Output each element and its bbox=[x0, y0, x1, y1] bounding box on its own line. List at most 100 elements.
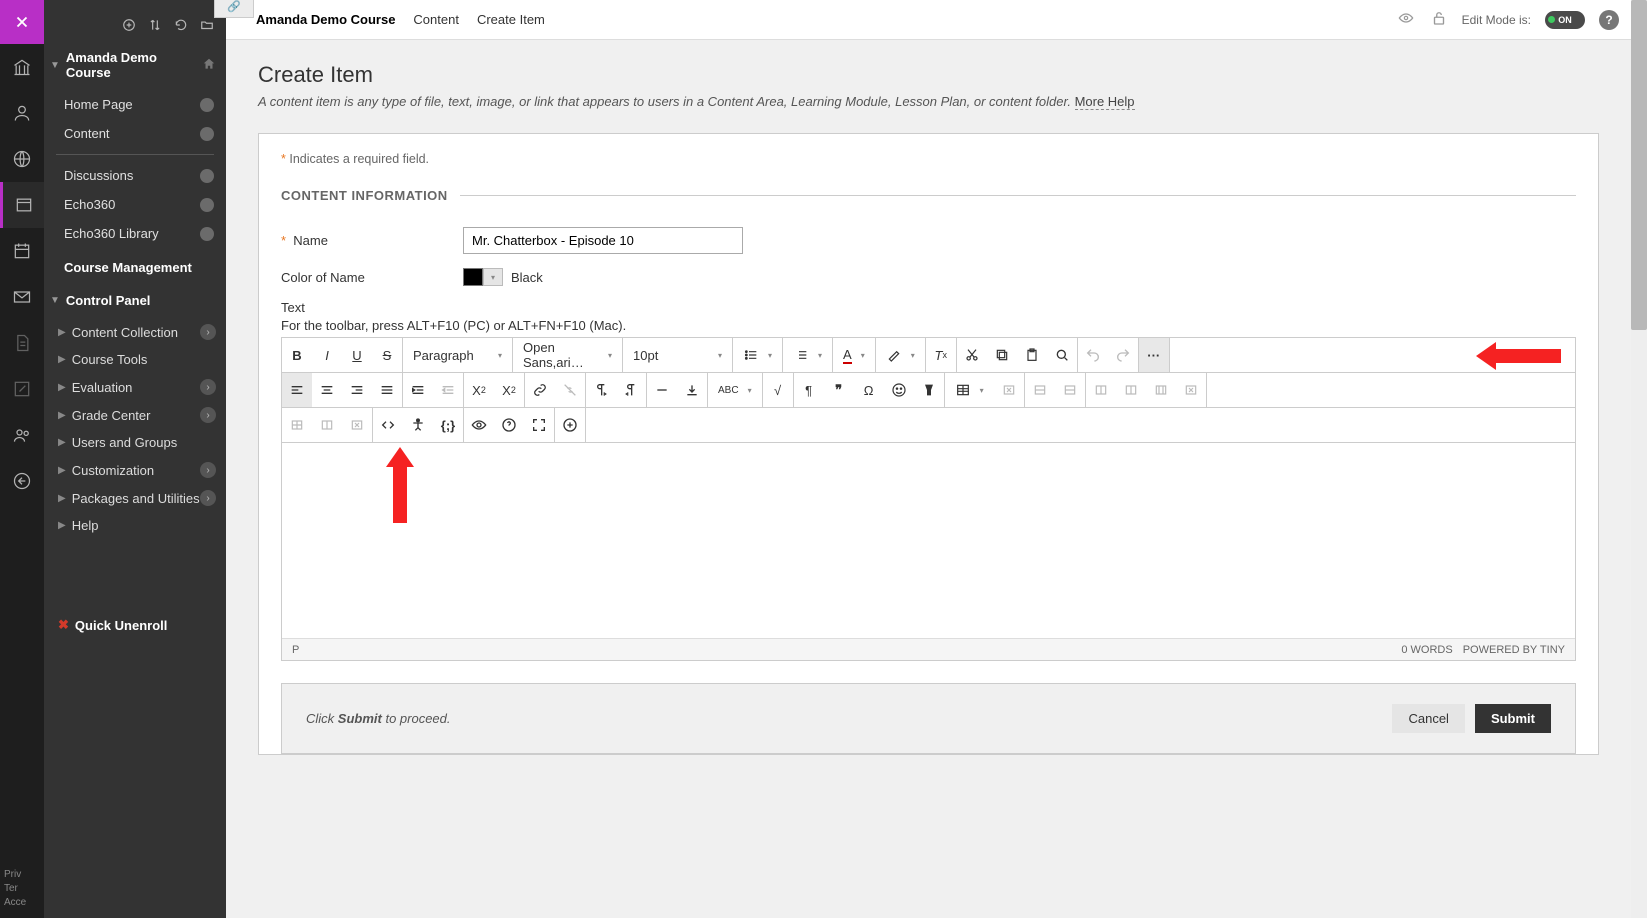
ltr-button[interactable] bbox=[586, 373, 616, 407]
accessibility-button[interactable] bbox=[403, 408, 433, 442]
signout-icon[interactable] bbox=[0, 458, 44, 504]
institution-icon[interactable] bbox=[0, 44, 44, 90]
name-input[interactable] bbox=[463, 227, 743, 254]
align-left-button[interactable] bbox=[282, 373, 312, 407]
cp-grade-center[interactable]: ▶Grade Center› bbox=[44, 401, 226, 429]
refresh-icon[interactable] bbox=[174, 18, 190, 34]
cp-help[interactable]: ▶Help bbox=[44, 512, 226, 539]
groups-icon[interactable] bbox=[0, 412, 44, 458]
indent-button[interactable] bbox=[403, 373, 433, 407]
calendar-icon[interactable] bbox=[0, 228, 44, 274]
emoji-button[interactable] bbox=[884, 373, 914, 407]
profile-icon[interactable] bbox=[0, 90, 44, 136]
home-icon[interactable] bbox=[202, 57, 216, 74]
link-tab-icon[interactable]: 🔗 bbox=[214, 0, 254, 18]
page-scrollbar[interactable] bbox=[1631, 0, 1647, 918]
anchor-button[interactable] bbox=[914, 373, 944, 407]
row-after-button[interactable] bbox=[1055, 373, 1085, 407]
strikethrough-button[interactable]: S bbox=[372, 338, 402, 372]
editor-body[interactable] bbox=[282, 443, 1575, 638]
outdent-button[interactable] bbox=[433, 373, 463, 407]
merge-cells-button[interactable] bbox=[282, 408, 312, 442]
control-panel-heading[interactable]: ▼ Control Panel bbox=[44, 283, 226, 318]
edit-mode-toggle[interactable]: ON bbox=[1545, 11, 1585, 29]
submit-button[interactable]: Submit bbox=[1475, 704, 1551, 733]
document-icon[interactable] bbox=[0, 320, 44, 366]
link-button[interactable] bbox=[525, 373, 555, 407]
sidebar-item-echo360[interactable]: Echo360 bbox=[44, 190, 226, 219]
col-after-button[interactable] bbox=[1116, 373, 1146, 407]
undo-button[interactable] bbox=[1078, 338, 1108, 372]
split-cells-button[interactable] bbox=[312, 408, 342, 442]
cut-button[interactable] bbox=[957, 338, 987, 372]
align-right-button[interactable] bbox=[342, 373, 372, 407]
quick-unenroll-button[interactable]: ✖Quick Unenroll bbox=[44, 609, 226, 641]
size-dropdown[interactable]: 10pt▾ bbox=[623, 338, 733, 372]
cp-course-tools[interactable]: ▶Course Tools bbox=[44, 346, 226, 373]
row-before-button[interactable] bbox=[1025, 373, 1055, 407]
col-before-button[interactable] bbox=[1086, 373, 1116, 407]
table-button[interactable]: ▾ bbox=[945, 373, 994, 407]
sidebar-item-discussions[interactable]: Discussions bbox=[44, 161, 226, 190]
cp-content-collection[interactable]: ▶Content Collection› bbox=[44, 318, 226, 346]
copy-button[interactable] bbox=[987, 338, 1017, 372]
bold-button[interactable]: B bbox=[282, 338, 312, 372]
add-icon[interactable] bbox=[122, 18, 138, 34]
folder-icon[interactable] bbox=[200, 18, 216, 34]
hr-button[interactable] bbox=[647, 373, 677, 407]
blockquote-button[interactable]: ❞ bbox=[824, 373, 854, 407]
sidebar-item-echo360-library[interactable]: Echo360 Library bbox=[44, 219, 226, 248]
breadcrumb-content[interactable]: Content bbox=[413, 12, 459, 27]
color-dropdown[interactable]: ▾ bbox=[483, 268, 503, 286]
help-button[interactable] bbox=[494, 408, 524, 442]
reorder-icon[interactable] bbox=[148, 18, 164, 34]
italic-button[interactable]: I bbox=[312, 338, 342, 372]
sidebar-item-home-page[interactable]: Home Page bbox=[44, 90, 226, 119]
justify-button[interactable] bbox=[372, 373, 402, 407]
close-panel-button[interactable] bbox=[0, 0, 44, 44]
clear-format-button[interactable]: Tx bbox=[926, 338, 956, 372]
cp-customization[interactable]: ▶Customization› bbox=[44, 456, 226, 484]
format-dropdown[interactable]: Paragraph▾ bbox=[403, 338, 513, 372]
breadcrumb-course[interactable]: Amanda Demo Course bbox=[256, 12, 395, 27]
special-char-button[interactable]: Ω bbox=[854, 373, 884, 407]
add-content-button[interactable] bbox=[555, 408, 585, 442]
bullet-list-button[interactable]: ▾ bbox=[733, 338, 782, 372]
highlight-button[interactable]: ▾ bbox=[876, 338, 925, 372]
lock-icon[interactable] bbox=[1430, 9, 1448, 30]
more-help-link[interactable]: More Help bbox=[1075, 94, 1135, 110]
insert-file-button[interactable] bbox=[677, 373, 707, 407]
sidebar-item-content[interactable]: Content bbox=[44, 119, 226, 148]
code-sample-button[interactable]: {;} bbox=[433, 408, 463, 442]
underline-button[interactable]: U bbox=[342, 338, 372, 372]
course-heading[interactable]: ▼ Amanda Demo Course bbox=[44, 40, 226, 90]
unlink-button[interactable] bbox=[555, 373, 585, 407]
font-dropdown[interactable]: Open Sans,ari…▾ bbox=[513, 338, 623, 372]
superscript-button[interactable]: X2 bbox=[464, 373, 494, 407]
help-icon[interactable]: ? bbox=[1599, 10, 1619, 30]
paste-button[interactable] bbox=[1017, 338, 1047, 372]
mail-icon[interactable] bbox=[0, 274, 44, 320]
source-code-button[interactable] bbox=[373, 408, 403, 442]
numbered-list-button[interactable]: ▾ bbox=[783, 338, 832, 372]
spellcheck-button[interactable]: ABC▾ bbox=[708, 373, 762, 407]
preview-button[interactable] bbox=[464, 408, 494, 442]
text-color-button[interactable]: A▾ bbox=[833, 338, 875, 372]
col-merge-button[interactable] bbox=[1146, 373, 1176, 407]
align-center-button[interactable] bbox=[312, 373, 342, 407]
table-delete-button[interactable] bbox=[994, 373, 1024, 407]
edit-icon[interactable] bbox=[0, 366, 44, 412]
redo-button[interactable] bbox=[1108, 338, 1138, 372]
cancel-button[interactable]: Cancel bbox=[1392, 704, 1464, 733]
globe-icon[interactable] bbox=[0, 136, 44, 182]
subscript-button[interactable]: X2 bbox=[494, 373, 524, 407]
cell-delete-button[interactable] bbox=[342, 408, 372, 442]
paragraph-icon[interactable]: ¶ bbox=[794, 373, 824, 407]
cp-evaluation[interactable]: ▶Evaluation› bbox=[44, 373, 226, 401]
col-delete-button[interactable] bbox=[1176, 373, 1206, 407]
color-swatch[interactable] bbox=[463, 268, 483, 286]
rtl-button[interactable] bbox=[616, 373, 646, 407]
cp-packages[interactable]: ▶Packages and Utilities› bbox=[44, 484, 226, 512]
cp-users-groups[interactable]: ▶Users and Groups bbox=[44, 429, 226, 456]
equation-button[interactable]: √ bbox=[763, 373, 793, 407]
